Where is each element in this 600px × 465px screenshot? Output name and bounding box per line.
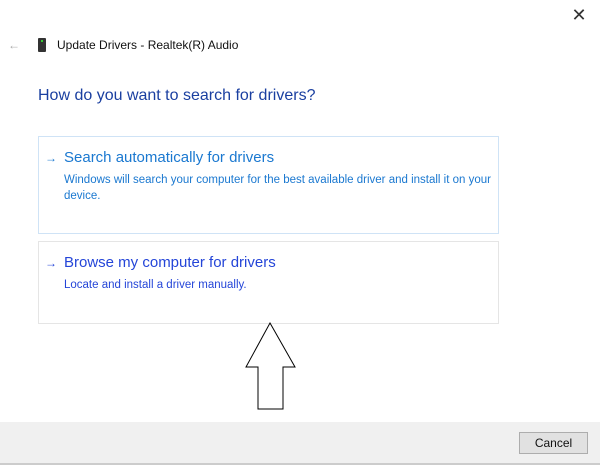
- footer-bar: Cancel: [0, 422, 600, 465]
- annotation-up-arrow-icon: [245, 321, 296, 410]
- cancel-button[interactable]: Cancel: [519, 432, 588, 454]
